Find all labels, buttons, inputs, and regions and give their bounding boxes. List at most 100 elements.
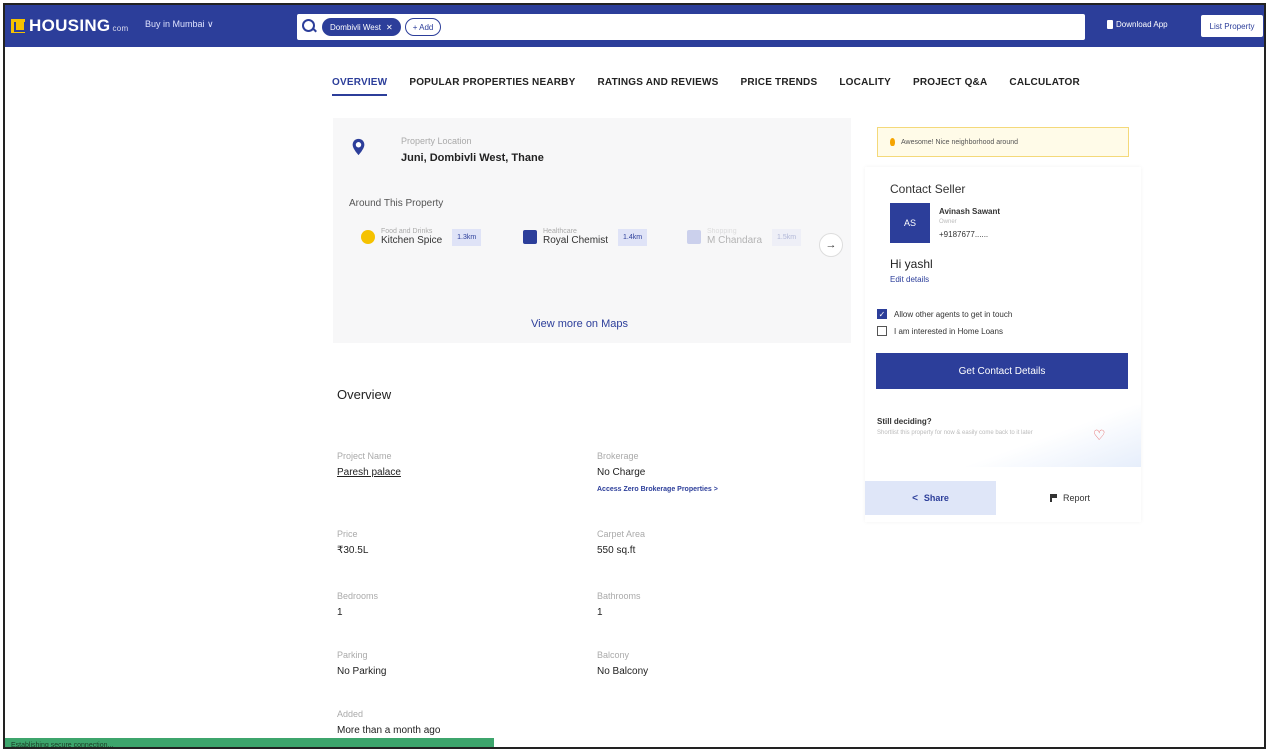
- zero-brokerage-link[interactable]: Access Zero Brokerage Properties >: [597, 486, 718, 493]
- checkbox-unchecked[interactable]: [877, 326, 887, 336]
- field-label: Bathrooms: [597, 591, 641, 601]
- location-pin-icon: [352, 138, 365, 156]
- amenity-name: Kitchen Spice: [381, 235, 443, 246]
- field-brokerage: Brokerage No Charge Access Zero Brokerag…: [597, 451, 718, 493]
- checkbox-checked[interactable]: ✓: [877, 309, 887, 319]
- healthcare-icon: [523, 230, 537, 244]
- browser-status-bar: Establishing secure connection...: [5, 738, 494, 747]
- phone-icon: [1107, 20, 1113, 29]
- close-icon[interactable]: ✕: [386, 23, 393, 32]
- field-value: 1: [337, 607, 343, 618]
- flag-icon: [1049, 494, 1057, 502]
- tab-ratings-reviews[interactable]: RATINGS AND REVIEWS: [597, 77, 718, 96]
- top-navbar: HOUSING com Buy in Mumbai ∨ Dombivli Wes…: [5, 5, 1264, 47]
- field-label: Balcony: [597, 650, 630, 660]
- tab-calculator[interactable]: CALCULATOR: [1009, 77, 1080, 96]
- download-app-link[interactable]: Download App: [1107, 20, 1168, 29]
- search-bar[interactable]: Dombivli West ✕ + Add: [297, 14, 1085, 40]
- share-icon: <: [912, 492, 918, 504]
- field-value: ₹30.5L: [337, 545, 369, 556]
- field-value: No Parking: [337, 666, 387, 677]
- project-name-link[interactable]: Paresh palace: [337, 467, 401, 478]
- field-project-name: Project Name Paresh palace: [337, 451, 401, 478]
- field-label: Added: [337, 709, 364, 719]
- tab-popular-properties[interactable]: POPULAR PROPERTIES NEARBY: [409, 77, 575, 96]
- user-greeting: Hi yashl: [890, 257, 933, 271]
- search-icon: [302, 19, 318, 35]
- field-price: Price ₹30.5L: [337, 529, 368, 556]
- neighborhood-banner: Awesome! Nice neighborhood around: [877, 127, 1129, 157]
- field-added: Added More than a month ago: [337, 709, 440, 736]
- city-selector[interactable]: Buy in Mumbai ∨: [145, 19, 214, 30]
- amenity-distance: 1.4km: [618, 228, 648, 246]
- location-label: Property Location: [401, 136, 472, 146]
- field-value: No Balcony: [597, 666, 649, 677]
- field-balcony: Balcony No Balcony: [597, 650, 648, 677]
- field-parking: Parking No Parking: [337, 650, 386, 677]
- location-card: Property Location Juni, Dombivli West, T…: [333, 118, 851, 343]
- amenity-name: M Chandara: [707, 235, 763, 246]
- edit-details-link[interactable]: Edit details: [890, 275, 929, 284]
- amenity-distance: 1.3km: [452, 228, 482, 246]
- contact-seller-card: Contact Seller AS Avinash Sawant Owner +…: [865, 167, 1141, 522]
- shortlist-box: Still deciding? Shortlist this property …: [865, 405, 1141, 467]
- food-icon: [361, 230, 375, 244]
- shopping-icon: [687, 230, 701, 244]
- housing-logo[interactable]: HOUSING com: [11, 16, 128, 36]
- still-deciding-title: Still deciding?: [877, 417, 932, 426]
- section-tabs: OVERVIEW POPULAR PROPERTIES NEARBY RATIN…: [332, 77, 1102, 96]
- overview-title: Overview: [337, 387, 392, 402]
- logo-icon: [11, 19, 26, 33]
- report-button[interactable]: Report: [1015, 481, 1125, 515]
- around-title: Around This Property: [349, 198, 444, 209]
- logo-text: HOUSING: [29, 16, 111, 35]
- get-contact-details-button[interactable]: Get Contact Details: [876, 353, 1128, 389]
- tab-price-trends[interactable]: PRICE TRENDS: [741, 77, 818, 96]
- field-label: Parking: [337, 650, 368, 660]
- amenity-name: Royal Chemist: [543, 235, 609, 246]
- amenity-category: Healthcare: [543, 228, 577, 235]
- download-app-label: Download App: [1116, 20, 1168, 29]
- add-locality-button[interactable]: + Add: [404, 18, 442, 36]
- browser-viewport: HOUSING com Buy in Mumbai ∨ Dombivli Wes…: [3, 3, 1266, 749]
- seller-phone: +9187677......: [939, 230, 989, 239]
- field-label: Price: [337, 529, 358, 539]
- locality-chip[interactable]: Dombivli West ✕: [322, 18, 401, 36]
- tab-locality[interactable]: LOCALITY: [839, 77, 891, 96]
- home-loans-checkbox-row[interactable]: I am interested in Home Loans: [877, 326, 1003, 336]
- field-value: No Charge: [597, 467, 646, 478]
- field-value: More than a month ago: [337, 725, 441, 736]
- amenity-category: Shopping: [707, 228, 737, 235]
- location-value: Juni, Dombivli West, Thane: [401, 152, 544, 164]
- field-label: Project Name: [337, 451, 392, 461]
- amenity-item[interactable]: Shopping M Chandara 1.5km: [687, 228, 802, 246]
- field-label: Bedrooms: [337, 591, 379, 601]
- seller-name: Avinash Sawant: [939, 207, 1001, 216]
- seller-role: Owner: [939, 219, 957, 225]
- list-property-button[interactable]: List Property: [1201, 15, 1263, 37]
- checkbox-label: I am interested in Home Loans: [894, 326, 1003, 336]
- field-label: Carpet Area: [597, 529, 646, 539]
- amenity-distance: 1.5km: [772, 228, 802, 246]
- flame-icon: [890, 138, 895, 146]
- arrow-right-icon[interactable]: →: [819, 233, 843, 257]
- field-bathrooms: Bathrooms 1: [597, 591, 641, 618]
- logo-suffix: com: [112, 24, 129, 33]
- tab-overview[interactable]: OVERVIEW: [332, 77, 388, 96]
- banner-text: Awesome! Nice neighborhood around: [901, 138, 1019, 146]
- heart-icon[interactable]: ♡: [1093, 427, 1106, 444]
- locality-chip-label: Dombivli West: [330, 22, 381, 32]
- amenity-item[interactable]: Healthcare Royal Chemist 1.4km: [523, 228, 648, 246]
- amenity-category: Food and Drinks: [381, 228, 433, 235]
- view-more-maps-link[interactable]: View more on Maps: [531, 318, 628, 330]
- tab-project-qa[interactable]: PROJECT Q&A: [913, 77, 987, 96]
- field-label: Brokerage: [597, 451, 639, 461]
- amenity-item[interactable]: Food and Drinks Kitchen Spice 1.3km: [361, 228, 482, 246]
- still-deciding-subtext: Shortlist this property for now & easily…: [877, 430, 1033, 436]
- field-value: 550 sq.ft: [597, 545, 636, 556]
- allow-agents-checkbox-row[interactable]: ✓ Allow other agents to get in touch: [877, 309, 1012, 319]
- contact-seller-title: Contact Seller: [890, 182, 966, 196]
- avatar: AS: [890, 203, 930, 243]
- field-value: 1: [597, 607, 603, 618]
- share-button[interactable]: < Share: [865, 481, 996, 515]
